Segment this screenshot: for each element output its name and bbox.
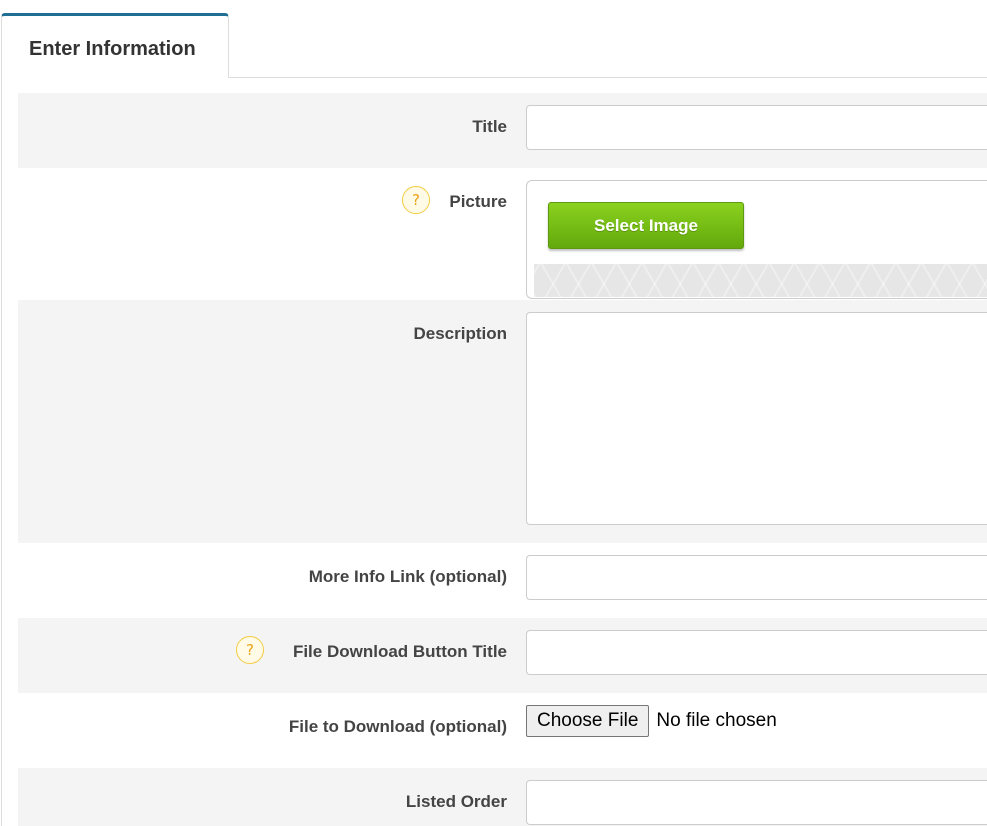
more-info-link-input[interactable] — [526, 555, 987, 600]
row-listed-order: Listed Order — [18, 768, 987, 826]
file-status-text: No file chosen — [656, 710, 777, 731]
title-label: Title — [472, 117, 507, 136]
file-picker: Choose File No file chosen — [526, 705, 777, 737]
choose-file-button[interactable]: Choose File — [526, 705, 650, 737]
file-download-button-title-label: File Download Button Title — [292, 642, 507, 661]
form-page: Enter Information Title ? Picture Select… — [0, 0, 987, 826]
file-to-download-label: File to Download (optional) — [288, 717, 507, 736]
select-image-button[interactable]: Select Image — [548, 202, 744, 249]
tab-label: Enter Information — [29, 38, 196, 60]
row-more-info-link: More Info Link (optional) — [18, 543, 987, 618]
question-mark-icon[interactable]: ? — [402, 186, 430, 214]
listed-order-label: Listed Order — [405, 792, 507, 811]
description-textarea[interactable] — [526, 312, 987, 525]
file-download-button-title-input[interactable] — [526, 630, 987, 675]
row-title: Title — [18, 93, 987, 168]
description-label: Description — [413, 324, 507, 343]
picture-label: Picture — [449, 192, 507, 211]
image-preview-area — [534, 264, 987, 297]
tab-bar-divider — [229, 77, 987, 78]
title-input[interactable] — [526, 105, 987, 150]
row-file-to-download: File to Download (optional) Choose File … — [18, 693, 987, 768]
row-picture: ? Picture Select Image — [18, 168, 987, 300]
tab-enter-information[interactable]: Enter Information — [1, 13, 229, 78]
more-info-link-label: More Info Link (optional) — [308, 567, 507, 586]
row-file-download-button-title: ? File Download Button Title — [18, 618, 987, 693]
picture-uploader: Select Image — [526, 180, 987, 299]
listed-order-input[interactable] — [526, 780, 987, 825]
tab-bar: Enter Information — [0, 0, 987, 78]
question-mark-icon[interactable]: ? — [236, 636, 264, 664]
row-description: Description — [18, 300, 987, 543]
panel-border — [1, 78, 2, 826]
information-form: Title ? Picture Select Image Description… — [18, 93, 987, 826]
